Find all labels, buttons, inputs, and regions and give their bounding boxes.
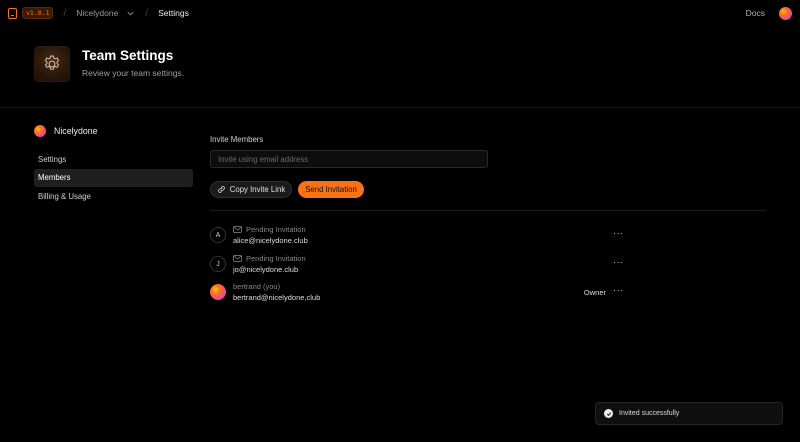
success-toast: Invited successfully xyxy=(595,402,783,425)
mail-icon xyxy=(233,255,242,262)
send-invitation-button[interactable]: Send Invitation xyxy=(298,181,364,198)
team-switcher[interactable]: Nicelydone xyxy=(76,8,135,18)
link-icon xyxy=(217,186,225,193)
sidebar-item-settings[interactable]: Settings xyxy=(34,150,193,168)
mail-icon xyxy=(233,226,242,233)
member-email: alice@nicelydone.club xyxy=(233,236,308,245)
member-row: J Pending Invitation jo@nicelydone.club … xyxy=(210,252,630,276)
page-header: Team Settings Review your team settings. xyxy=(0,27,800,108)
docs-link[interactable]: Docs xyxy=(746,8,765,18)
member-status-label: Pending Invitation xyxy=(246,225,306,234)
chevron-down-icon xyxy=(127,11,134,16)
section-divider xyxy=(210,210,766,211)
member-avatar xyxy=(210,284,226,300)
breadcrumb-current: Settings xyxy=(158,8,189,18)
user-avatar[interactable] xyxy=(779,6,792,20)
team-settings-icon-tile xyxy=(34,46,70,82)
member-initial-avatar: A xyxy=(210,227,226,243)
more-horizontal-icon[interactable]: ··· xyxy=(613,285,623,296)
sidebar-item-billing[interactable]: Billing & Usage xyxy=(34,187,193,205)
breadcrumb-separator: / xyxy=(63,7,67,19)
member-initial-avatar: J xyxy=(210,256,226,272)
copy-invite-link-label: Copy Invite Link xyxy=(229,185,286,194)
gear-icon xyxy=(44,55,60,70)
member-email: jo@nicelydone.club xyxy=(233,265,299,274)
member-email: bertrand@nicelydone.club xyxy=(233,293,321,302)
member-status: Pending Invitation xyxy=(233,225,306,234)
more-horizontal-icon[interactable]: ··· xyxy=(613,228,623,239)
team-avatar xyxy=(34,125,46,137)
copy-invite-link-button[interactable]: Copy Invite Link xyxy=(210,181,292,198)
logo-icon[interactable] xyxy=(8,7,17,19)
member-status-label: Pending Invitation xyxy=(246,254,306,263)
member-name: bertrand (you) xyxy=(233,282,281,291)
check-circle-icon xyxy=(604,409,613,418)
breadcrumb-separator: / xyxy=(145,7,149,19)
member-status: Pending Invitation xyxy=(233,254,306,263)
settings-sidebar: Settings Members Billing & Usage xyxy=(34,150,193,206)
top-navigation: v1.0.1 / Nicelydone / Settings Docs xyxy=(0,0,800,26)
invite-email-input[interactable] xyxy=(210,150,488,168)
member-row: A Pending Invitation alice@nicelydone.cl… xyxy=(210,223,630,247)
version-badge: v1.0.1 xyxy=(22,7,54,19)
toast-message: Invited successfully xyxy=(619,410,680,417)
page-title: Team Settings xyxy=(82,48,174,63)
member-row: bertrand (you) bertrand@nicelydone.club … xyxy=(210,280,630,304)
sidebar-item-members[interactable]: Members xyxy=(34,168,193,187)
invite-members-label: Invite Members xyxy=(210,135,264,144)
team-name: Nicelydone xyxy=(54,126,98,136)
member-role: Owner xyxy=(583,288,606,297)
team-switcher-label: Nicelydone xyxy=(76,8,119,18)
page-subtitle: Review your team settings. xyxy=(82,68,185,78)
more-horizontal-icon[interactable]: ··· xyxy=(613,257,623,268)
team-identity: Nicelydone xyxy=(34,125,98,137)
